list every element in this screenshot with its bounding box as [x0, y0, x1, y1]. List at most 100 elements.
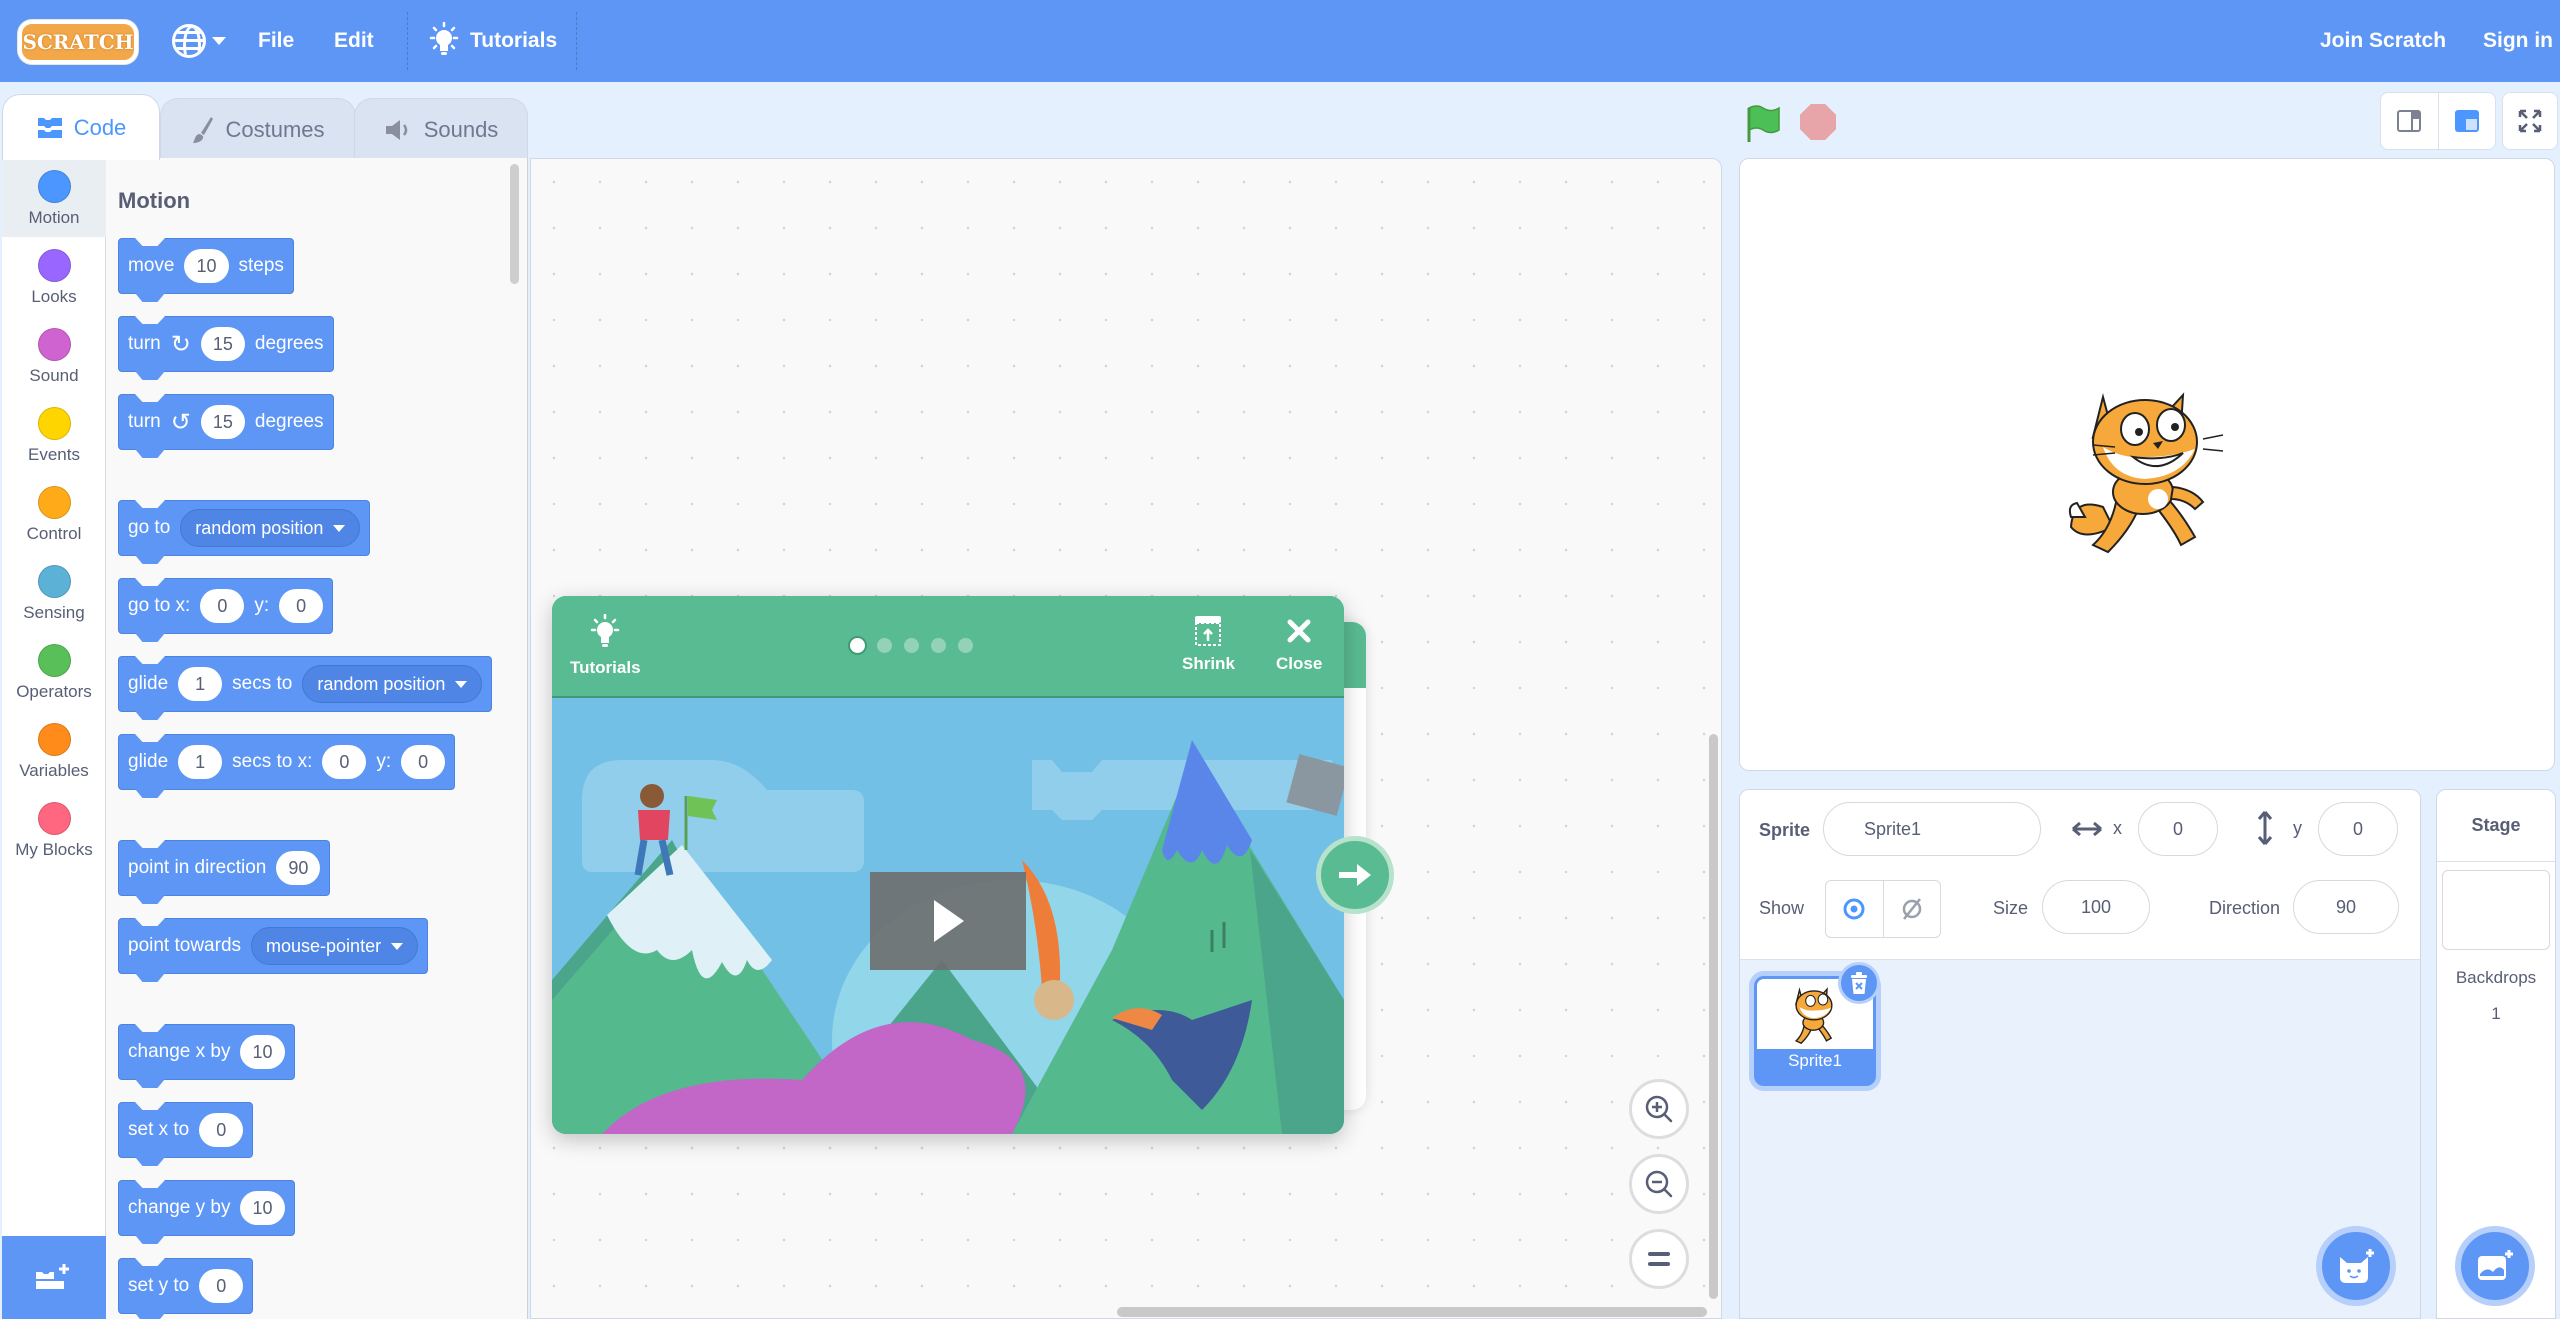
shrink-label: Shrink — [1182, 654, 1235, 673]
block-point-towards[interactable]: point towards mouse-pointer — [118, 918, 429, 974]
add-extension-button[interactable] — [2, 1236, 106, 1319]
block-input[interactable]: 0 — [401, 745, 446, 779]
green-flag-button[interactable] — [1745, 104, 1783, 149]
block-text: degrees — [254, 333, 324, 354]
block-input[interactable]: 0 — [199, 1113, 244, 1147]
block-text: change x by — [128, 1041, 231, 1062]
category-operators[interactable]: Operators — [2, 632, 106, 711]
block-input[interactable]: 15 — [200, 327, 245, 361]
large-stage-button[interactable] — [2437, 93, 2496, 149]
category-events[interactable]: Events — [2, 395, 106, 474]
step-dot[interactable] — [850, 638, 865, 653]
cat-sprite[interactable] — [2063, 377, 2233, 557]
block-point-in-direction[interactable]: point in direction 90 — [118, 840, 331, 896]
show-sprite-button[interactable] — [1826, 881, 1883, 937]
eye-hidden-icon — [1902, 898, 1921, 920]
zoom-out-button[interactable] — [1629, 1154, 1689, 1214]
block-glide-to-xy[interactable]: glide 1 secs to x: 0 y: 0 — [118, 734, 456, 790]
close-button[interactable]: Close — [1276, 614, 1322, 674]
step-dot[interactable] — [958, 638, 973, 653]
category-sound[interactable]: Sound — [2, 316, 106, 395]
block-move-steps[interactable]: move 10 steps — [118, 238, 294, 294]
stage-canvas[interactable] — [1739, 158, 2555, 771]
workspace-vertical-scrollbar[interactable] — [1709, 734, 1718, 1299]
category-control[interactable]: Control — [2, 474, 106, 553]
block-input[interactable]: 0 — [199, 1269, 244, 1303]
language-menu[interactable] — [172, 0, 226, 82]
block-input[interactable]: 10 — [240, 1035, 285, 1069]
block-turn-left[interactable]: turn ↺ 15 degrees — [118, 394, 334, 450]
fullscreen-icon — [2518, 109, 2542, 133]
block-change-x[interactable]: change x by 10 — [118, 1024, 295, 1080]
block-input[interactable]: 1 — [178, 745, 223, 779]
block-change-y[interactable]: change y by 10 — [118, 1180, 295, 1236]
stop-button[interactable] — [1800, 104, 1836, 140]
cat-thumbnail-icon — [1794, 987, 1833, 1045]
visibility-toggle — [1825, 880, 1941, 938]
step-dot[interactable] — [931, 638, 946, 653]
block-go-to[interactable]: go to random position — [118, 500, 371, 556]
small-stage-button[interactable] — [2381, 93, 2438, 149]
join-scratch-link[interactable]: Join Scratch — [2320, 0, 2446, 82]
block-input[interactable]: 15 — [200, 405, 245, 439]
tutorial-video[interactable] — [552, 700, 1344, 1134]
shrink-icon — [1195, 616, 1222, 646]
step-dot[interactable] — [877, 638, 892, 653]
category-variables[interactable]: Variables — [2, 711, 106, 790]
block-input[interactable]: 10 — [240, 1191, 285, 1225]
block-input[interactable]: 1 — [178, 667, 223, 701]
play-video-button[interactable] — [870, 872, 1026, 970]
tab-sounds[interactable]: Sounds — [354, 98, 528, 160]
tab-code[interactable]: Code — [2, 94, 160, 160]
rotate-counterclockwise-icon: ↺ — [170, 408, 191, 436]
category-looks[interactable]: Looks — [2, 237, 106, 316]
zoom-reset-button[interactable] — [1629, 1229, 1689, 1289]
sign-in-link[interactable]: Sign in — [2483, 0, 2553, 82]
block-set-x[interactable]: set x to 0 — [118, 1102, 254, 1158]
category-sensing[interactable]: Sensing — [2, 553, 106, 632]
palette-scrollbar[interactable] — [510, 164, 519, 284]
x-label: x — [2113, 818, 2122, 838]
file-menu[interactable]: File — [258, 0, 294, 82]
block-go-to-xy[interactable]: go to x: 0 y: 0 — [118, 578, 334, 634]
tab-costumes[interactable]: Costumes — [160, 98, 356, 160]
stage-thumbnail[interactable] — [2442, 870, 2550, 950]
dropdown-caret-icon — [391, 942, 404, 950]
block-input[interactable]: 90 — [276, 851, 321, 885]
block-input[interactable]: 0 — [200, 589, 245, 623]
direction-input[interactable]: 90 — [2293, 880, 2399, 934]
block-dropdown[interactable]: random position — [180, 509, 361, 547]
fullscreen-button[interactable] — [2502, 92, 2558, 150]
size-input[interactable]: 100 — [2042, 880, 2150, 934]
workspace-horizontal-scrollbar[interactable] — [1117, 1307, 1707, 1317]
delete-sprite-button[interactable] — [1838, 962, 1880, 1004]
block-dropdown[interactable]: mouse-pointer — [251, 927, 419, 965]
y-position-input[interactable]: 0 — [2318, 802, 2398, 856]
x-position-input[interactable]: 0 — [2138, 802, 2218, 856]
tutorials-library-button[interactable]: Tutorials — [570, 614, 641, 678]
tutorials-button[interactable]: Tutorials — [428, 0, 557, 82]
edit-menu[interactable]: Edit — [334, 0, 374, 82]
block-input[interactable]: 10 — [184, 249, 229, 283]
category-motion[interactable]: Motion — [2, 158, 106, 237]
step-dot[interactable] — [904, 638, 919, 653]
sprite-name-input[interactable]: Sprite1 — [1823, 802, 2041, 856]
block-dropdown[interactable]: random position — [302, 665, 483, 703]
block-input[interactable]: 0 — [322, 745, 367, 779]
shrink-button[interactable]: Shrink — [1182, 614, 1235, 674]
add-backdrop-icon — [2478, 1250, 2513, 1280]
block-input[interactable]: 0 — [279, 589, 324, 623]
category-my-blocks[interactable]: My Blocks — [2, 790, 106, 869]
next-step-button[interactable] — [1316, 836, 1394, 914]
block-glide-to[interactable]: glide 1 secs to random position — [118, 656, 493, 712]
zoom-in-button[interactable] — [1629, 1079, 1689, 1139]
block-turn-right[interactable]: turn ↻ 15 degrees — [118, 316, 334, 372]
hide-sprite-button[interactable] — [1882, 881, 1941, 937]
category-label: Motion — [28, 208, 80, 227]
trash-icon — [1851, 972, 1867, 994]
choose-sprite-button[interactable] — [2316, 1226, 2396, 1306]
category-label: Variables — [19, 761, 89, 780]
choose-backdrop-button[interactable] — [2455, 1226, 2535, 1306]
scratch-logo[interactable]: SCRATCH — [18, 20, 138, 64]
block-set-y[interactable]: set y to 0 — [118, 1258, 254, 1314]
